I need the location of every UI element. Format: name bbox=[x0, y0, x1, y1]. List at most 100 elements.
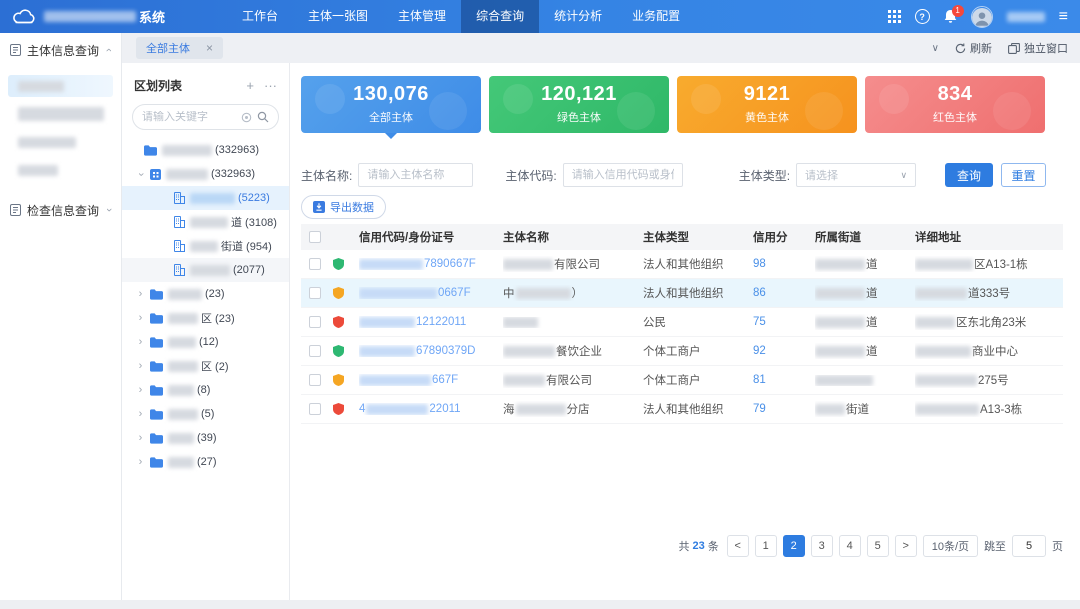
stat-value: 120,121 bbox=[489, 83, 669, 106]
tree-node[interactable]: ›(8) bbox=[122, 378, 289, 402]
row-checkbox[interactable] bbox=[309, 403, 321, 415]
chevron-icon[interactable]: › bbox=[136, 457, 145, 468]
new-window-button[interactable]: 独立窗口 bbox=[1008, 40, 1068, 56]
topbar-menu-item[interactable]: 工作台 bbox=[227, 0, 293, 33]
table-row[interactable]: 7890667F有限公司法人和其他组织98道区A13-1栋 bbox=[301, 250, 1063, 279]
close-icon[interactable]: × bbox=[206, 41, 213, 55]
page-button[interactable]: 5 bbox=[867, 535, 889, 557]
cell-credit-code[interactable]: 667F bbox=[359, 374, 503, 386]
row-checkbox[interactable] bbox=[309, 258, 321, 270]
search-icon[interactable] bbox=[257, 111, 269, 123]
subject-name-input[interactable] bbox=[358, 163, 473, 187]
filter-icon[interactable] bbox=[241, 112, 252, 123]
page-button[interactable]: 3 bbox=[811, 535, 833, 557]
tree-node[interactable]: ›(332963) bbox=[122, 162, 289, 186]
export-button[interactable]: 导出数据 bbox=[301, 195, 386, 219]
cell-credit-code[interactable]: 7890667F bbox=[359, 258, 503, 270]
cell-credit-score[interactable]: 81 bbox=[753, 374, 815, 386]
table-row[interactable]: 12122011公民75道区东北角23米 bbox=[301, 308, 1063, 337]
stat-card[interactable]: 9121黄色主体 bbox=[677, 76, 857, 133]
chevron-icon[interactable]: › bbox=[135, 170, 146, 179]
stat-card[interactable]: 834红色主体 bbox=[865, 76, 1045, 133]
add-icon[interactable]: + bbox=[246, 79, 254, 92]
chevron-icon[interactable]: › bbox=[136, 433, 145, 444]
cell-credit-score[interactable]: 79 bbox=[753, 403, 815, 415]
prev-page-button[interactable]: < bbox=[727, 535, 749, 557]
cell-credit-code[interactable]: 67890379D bbox=[359, 345, 503, 357]
sidebar-item[interactable] bbox=[8, 159, 113, 181]
table-row[interactable]: 67890379D餐饮企业个体工商户92道商业中心 bbox=[301, 337, 1063, 366]
topbar-menu-item[interactable]: 统计分析 bbox=[539, 0, 617, 33]
tree-node[interactable]: 街道 (954) bbox=[122, 234, 289, 258]
refresh-button[interactable]: 刷新 bbox=[955, 40, 992, 56]
row-checkbox[interactable] bbox=[309, 316, 321, 328]
table-row[interactable]: 667F有限公司个体工商户81275号 bbox=[301, 366, 1063, 395]
search-button[interactable]: 查询 bbox=[945, 163, 993, 187]
tree-node[interactable]: (5223) bbox=[122, 186, 289, 210]
cell-credit-score[interactable]: 98 bbox=[753, 258, 815, 270]
cell-credit-score[interactable]: 86 bbox=[753, 287, 815, 299]
chevron-icon[interactable]: › bbox=[136, 337, 145, 348]
chevron-icon[interactable]: › bbox=[136, 409, 145, 420]
row-checkbox[interactable] bbox=[309, 345, 321, 357]
chevron-icon[interactable]: › bbox=[136, 361, 145, 372]
cell-subject-name: 海分店 bbox=[503, 401, 643, 417]
subject-type-select[interactable]: 请选择 ∨ bbox=[796, 163, 916, 187]
chevron-icon[interactable]: › bbox=[136, 385, 145, 396]
tree-node[interactable]: (2077) bbox=[122, 258, 289, 282]
row-checkbox[interactable] bbox=[309, 287, 321, 299]
more-icon[interactable]: ··· bbox=[264, 79, 277, 92]
tree-node[interactable]: ›(12) bbox=[122, 330, 289, 354]
tree-node[interactable]: ›区 (23) bbox=[122, 306, 289, 330]
topbar-menu-item[interactable]: 主体管理 bbox=[383, 0, 461, 33]
chevron-icon[interactable]: › bbox=[136, 313, 145, 324]
row-checkbox[interactable] bbox=[309, 374, 321, 386]
sidebar-group[interactable]: 主体信息查询› bbox=[0, 33, 121, 67]
cell-credit-code[interactable]: 12122011 bbox=[359, 316, 503, 328]
subject-code-input[interactable] bbox=[563, 163, 683, 187]
tree-node[interactable]: (332963) bbox=[122, 138, 289, 162]
select-all-checkbox[interactable] bbox=[309, 231, 321, 243]
chevron-icon[interactable]: › bbox=[136, 289, 145, 300]
page-button[interactable]: 1 bbox=[755, 535, 777, 557]
table-row[interactable]: 422011海分店法人和其他组织79街道A13-3栋 bbox=[301, 395, 1063, 424]
tree-node[interactable]: ›(27) bbox=[122, 450, 289, 474]
cell-credit-score[interactable]: 75 bbox=[753, 316, 815, 328]
avatar[interactable] bbox=[971, 6, 993, 28]
redacted-text-visible: (332963) bbox=[215, 144, 259, 156]
cell-credit-code[interactable]: 0667F bbox=[359, 287, 503, 299]
apps-grid-icon[interactable] bbox=[888, 10, 901, 23]
sidebar-item[interactable] bbox=[8, 103, 113, 125]
next-page-button[interactable]: > bbox=[895, 535, 917, 557]
topbar-menu-item[interactable]: 业务配置 bbox=[617, 0, 695, 33]
sidebar-item[interactable] bbox=[8, 75, 113, 97]
page-button[interactable]: 2 bbox=[783, 535, 805, 557]
page-size-select[interactable]: 10条/页 bbox=[923, 535, 978, 557]
jump-page-input[interactable] bbox=[1012, 535, 1046, 557]
tree-node[interactable]: 道 (3108) bbox=[122, 210, 289, 234]
notifications-bell-icon[interactable]: 1 bbox=[944, 10, 957, 24]
cell-credit-code[interactable]: 422011 bbox=[359, 403, 503, 415]
topbar-menu-item[interactable]: 主体一张图 bbox=[293, 0, 383, 33]
tree-node[interactable]: ›(39) bbox=[122, 426, 289, 450]
tab-all-subjects[interactable]: 全部主体 × bbox=[136, 37, 223, 59]
stat-value: 834 bbox=[865, 83, 1045, 106]
topbar-menu-item[interactable]: 综合查询 bbox=[461, 0, 539, 33]
stat-card[interactable]: 120,121绿色主体 bbox=[489, 76, 669, 133]
header-subject-name: 主体名称 bbox=[503, 229, 643, 245]
reset-button[interactable]: 重置 bbox=[1001, 163, 1046, 187]
tree-node[interactable]: ›区 (2) bbox=[122, 354, 289, 378]
tree-search-input[interactable] bbox=[142, 111, 236, 123]
cell-subject-name: 有限公司 bbox=[503, 256, 643, 272]
stat-card[interactable]: 130,076全部主体 bbox=[301, 76, 481, 133]
tree-node[interactable]: ›(5) bbox=[122, 402, 289, 426]
cell-credit-score[interactable]: 92 bbox=[753, 345, 815, 357]
chevron-down-icon[interactable]: ∨ bbox=[932, 43, 939, 54]
help-icon[interactable]: ? bbox=[915, 9, 930, 24]
sidebar-item[interactable] bbox=[8, 131, 113, 153]
sidebar-group[interactable]: 检查信息查询› bbox=[0, 193, 121, 227]
menu-icon[interactable]: ≡ bbox=[1059, 8, 1068, 26]
tree-node[interactable]: ›(23) bbox=[122, 282, 289, 306]
page-button[interactable]: 4 bbox=[839, 535, 861, 557]
table-row[interactable]: 0667F中）法人和其他组织86道道333号 bbox=[301, 279, 1063, 308]
